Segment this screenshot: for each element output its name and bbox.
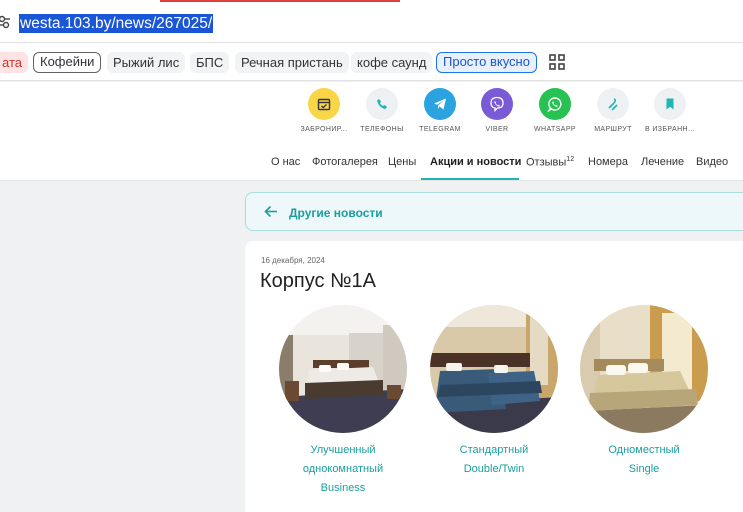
room-caption-line: Business <box>320 482 366 494</box>
room-photo[interactable] <box>430 305 558 433</box>
news-article: 16 декабря, 2024 Корпус №1А Улучшенный о… <box>245 241 743 512</box>
action-label: В ИЗБРАНН... <box>644 126 696 133</box>
nav-item-news[interactable]: Акции и новости <box>430 156 521 168</box>
back-label: Другие новости <box>289 206 383 220</box>
room-caption[interactable]: Одноместный Single <box>569 441 719 479</box>
reviews-count-badge: 12 <box>566 156 575 163</box>
whatsapp-icon <box>539 88 571 120</box>
action-favorites[interactable]: В ИЗБРАНН... <box>634 88 706 133</box>
url-text[interactable]: westa.103.by/news/267025/ <box>19 14 214 33</box>
room-caption-line: Стандартный <box>459 444 529 456</box>
room-caption[interactable]: Стандартный Double/Twin <box>419 441 569 479</box>
bookmarks-bar: ата Кофейни Рыжий лис БПС Речная пристан… <box>0 43 743 81</box>
bookmark-chip[interactable]: Просто вкусно <box>436 52 537 73</box>
bookmark-chip[interactable]: кофе саунд <box>351 52 433 73</box>
route-icon <box>597 88 629 120</box>
nav-item-treatment[interactable]: Лечение <box>641 156 684 168</box>
nav-item-rooms[interactable]: Номера <box>588 156 628 168</box>
room-photo[interactable] <box>279 305 407 433</box>
active-tab-indicator <box>421 178 519 180</box>
nav-item-video[interactable]: Видео <box>696 156 728 168</box>
bookmark-chip[interactable]: Кофейни <box>33 52 102 73</box>
room-caption-line: Одноместный <box>608 444 680 456</box>
viber-icon <box>481 88 513 120</box>
room-caption-line: Double/Twin <box>463 463 525 475</box>
nav-item-gallery[interactable]: Фотогалерея <box>312 156 378 168</box>
bookmark-chip[interactable]: Речная пристань <box>235 52 349 73</box>
arrow-left-icon <box>264 205 277 218</box>
room-photo[interactable] <box>580 305 708 433</box>
site-settings-icon[interactable] <box>0 15 10 29</box>
bookmark-icon <box>654 88 686 120</box>
room-card-standard[interactable]: Стандартный Double/Twin <box>419 305 569 479</box>
room-caption-line: Улучшенный <box>310 444 376 456</box>
nav-item-about[interactable]: О нас <box>271 156 300 168</box>
nav-item-label: Отзывы <box>526 156 567 169</box>
room-card-single[interactable]: Одноместный Single <box>569 305 719 479</box>
phone-icon <box>366 88 398 120</box>
room-caption-line: Single <box>628 463 660 475</box>
room-card-business[interactable]: Улучшенный однокомнатный Business <box>268 305 418 498</box>
nav-item-prices[interactable]: Цены <box>388 156 416 168</box>
apps-grid-icon[interactable] <box>549 54 565 70</box>
telegram-icon <box>424 88 456 120</box>
page-title: Корпус №1А <box>260 270 376 292</box>
room-caption[interactable]: Улучшенный однокомнатный Business <box>268 441 418 498</box>
site-header: ЗАБРОНИР... ТЕЛЕФОНЫ TELEGRAM VIBER WHAT… <box>0 82 743 181</box>
news-date: 16 декабря, 2024 <box>261 256 325 265</box>
back-to-news-button[interactable]: Другие новости <box>245 192 743 231</box>
bookmark-chip[interactable]: ата <box>0 52 28 73</box>
nav-item-reviews[interactable]: Отзывы12 <box>526 156 574 169</box>
bookmark-chip[interactable]: БПС <box>190 52 230 73</box>
bookmark-chip[interactable]: Рыжий лис <box>107 52 186 73</box>
address-bar[interactable]: westa.103.by/news/267025/ <box>0 3 743 43</box>
calendar-icon <box>308 88 340 120</box>
room-caption-line: однокомнатный <box>302 463 384 475</box>
